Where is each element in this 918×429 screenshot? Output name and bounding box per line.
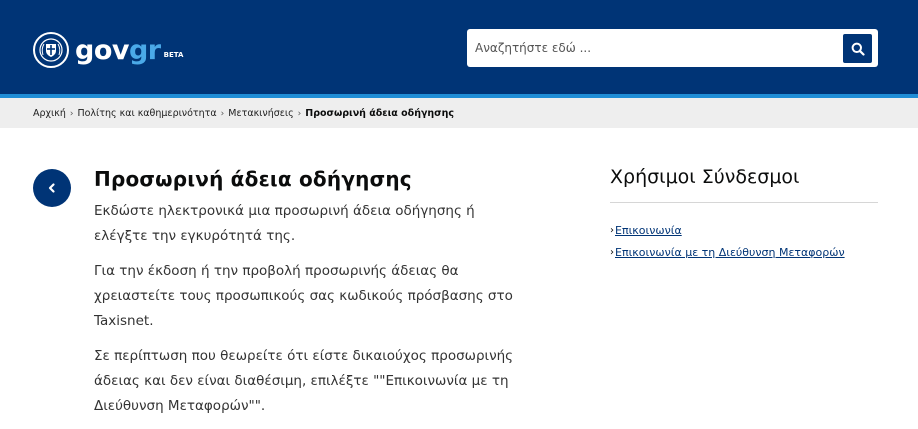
chevron-right-icon: › [610,225,614,236]
page-title: Προσωρινή άδεια οδήγησης [94,167,412,191]
search-box [467,29,878,67]
breadcrumb-current: Προσωρινή άδεια οδήγησης [305,108,454,119]
breadcrumb-citizen[interactable]: Πολίτης και καθημερινότητα [77,108,216,119]
chevron-right-icon: › [69,108,74,119]
greek-coat-of-arms-icon [33,32,69,68]
credentials-paragraph: Για την έκδοση ή την προβολή προσωρινής … [94,263,513,329]
brand-gr: gr [128,34,161,66]
chevron-left-icon [48,183,55,193]
link-contact-transport[interactable]: Επικοινωνία με τη Διεύθυνση Μεταφορών [615,242,845,264]
search-input[interactable] [475,38,835,58]
page-content: Εκδώστε ηλεκτρονικά μια προσωρινή άδεια … [94,199,524,429]
breadcrumb-home[interactable]: Αρχική [33,108,66,119]
sidebar-divider [610,202,878,203]
govgr-logo[interactable]: govgr BETA [33,32,183,68]
breadcrumb-bar: Αρχική › Πολίτης και καθημερινότητα › Με… [0,98,918,128]
back-button[interactable] [33,169,71,207]
breadcrumb-transport[interactable]: Μετακινήσεις [228,108,293,119]
intro-paragraph: Εκδώστε ηλεκτρονικά μια προσωρινή άδεια … [94,203,475,244]
useful-links-list: › Επικοινωνία › Επικοινωνία με τη Διεύθυ… [610,220,878,264]
search-icon [851,42,865,56]
useful-links-sidebar: Χρήσιμοι Σύνδεσμοι › Επικοινωνία › Επικο… [610,166,878,264]
search-button[interactable] [843,34,872,63]
chevron-right-icon: › [610,247,614,258]
list-item: › Επικοινωνία [610,220,878,242]
brand-gov: gov [75,34,129,66]
link-contact[interactable]: Επικοινωνία [615,220,682,242]
list-item: › Επικοινωνία με τη Διεύθυνση Μεταφορών [610,242,878,264]
chevron-right-icon: › [297,108,302,119]
sidebar-title: Χρήσιμοι Σύνδεσμοι [610,166,800,188]
chevron-right-icon: › [220,108,225,119]
site-header: govgr BETA [0,0,918,94]
breadcrumb: Αρχική › Πολίτης και καθημερινότητα › Με… [33,108,454,119]
eligibility-paragraph: Σε περίπτωση που θεωρείτε ότι είστε δικα… [94,348,514,414]
beta-badge: BETA [163,51,184,59]
brand-wordmark: govgr [75,35,161,66]
